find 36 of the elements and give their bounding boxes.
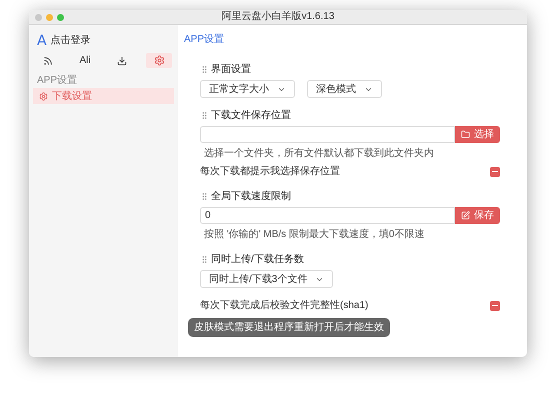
- text-field[interactable]: [200, 126, 455, 143]
- section-title: 下载文件保存位置: [211, 108, 291, 123]
- toast-message: 皮肤模式需要退出程序重新打开后才能生效: [188, 318, 390, 337]
- grip-icon: [200, 111, 209, 120]
- sidebar-tab[interactable]: Ali: [72, 53, 98, 68]
- section-title: 界面设置: [211, 62, 251, 77]
- dropdown[interactable]: 同时上传/下载3个文件: [200, 270, 334, 288]
- text-field[interactable]: 0: [200, 207, 455, 224]
- section-title: 同时上传/下载任务数: [211, 252, 304, 267]
- download-icon: [117, 56, 127, 66]
- action-button[interactable]: 保存: [455, 207, 500, 224]
- action-button[interactable]: 选择: [455, 126, 500, 143]
- edit-icon: [461, 211, 470, 220]
- rss-icon: [43, 56, 53, 66]
- maximize-button[interactable]: [57, 14, 64, 20]
- login-link[interactable]: 点击登录: [50, 33, 91, 48]
- section-title: 全局下载速度限制: [211, 190, 291, 204]
- option-label: 每次下载完成后校验文件完整性(sha1): [200, 298, 368, 313]
- breadcrumb-link[interactable]: APP设置: [184, 32, 527, 47]
- settings-icon: [39, 92, 48, 100]
- logo-icon: A: [37, 34, 47, 48]
- window-title: 阿里云盘小白羊版v1.6.13: [222, 10, 334, 24]
- checkbox[interactable]: [490, 300, 500, 310]
- minimize-button[interactable]: [46, 14, 53, 20]
- grip-icon: [200, 255, 209, 264]
- folder-icon: [461, 130, 470, 139]
- settings-icon: [154, 55, 164, 66]
- group-label: APP设置: [36, 74, 78, 88]
- dropdown[interactable]: 正常文字大小: [200, 80, 295, 98]
- checkbox[interactable]: [490, 166, 500, 176]
- grip-icon: [200, 65, 209, 74]
- option-label: 每次下载都提示我选择保存位置: [200, 164, 340, 179]
- hint-text: 按照 '你输的' MB/s 限制最大下载速度，填0不限速: [203, 228, 426, 242]
- grip-icon: [200, 192, 209, 201]
- hint-text: 选择一个文件夹，所有文件默认都下载到此文件夹内: [203, 146, 435, 161]
- dropdown[interactable]: 深色模式: [307, 80, 382, 98]
